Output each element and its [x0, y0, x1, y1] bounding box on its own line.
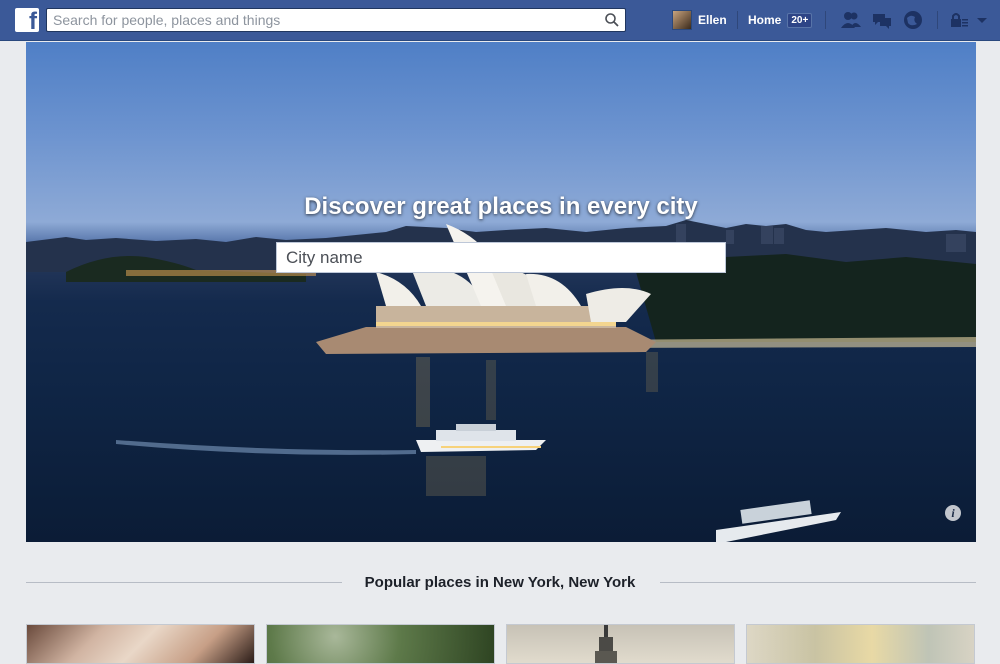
section-divider-right [660, 582, 976, 583]
home-badge: 20+ [787, 12, 813, 28]
friend-requests-icon[interactable] [839, 9, 863, 31]
nav-divider [937, 11, 938, 29]
place-card-4[interactable] [746, 624, 975, 664]
notifications-icon[interactable] [901, 9, 925, 31]
facebook-logo-icon[interactable]: f [15, 8, 39, 32]
search-input[interactable] [53, 12, 593, 28]
place-card-3[interactable] [506, 624, 735, 664]
user-name: Ellen [698, 13, 727, 27]
nav-divider [825, 11, 826, 29]
empire-state-building-image [595, 625, 617, 663]
search-bar[interactable] [46, 8, 626, 32]
profile-link[interactable]: Ellen [672, 10, 727, 30]
home-link[interactable]: Home 20+ [748, 10, 813, 30]
privacy-shortcuts-icon[interactable] [948, 9, 972, 31]
chevron-down-icon[interactable] [974, 9, 990, 31]
home-label: Home [748, 13, 782, 27]
nav-divider [737, 11, 738, 29]
messages-icon[interactable] [870, 9, 894, 31]
avatar [672, 10, 692, 30]
top-navigation-bar: f Ellen Home 20+ [0, 0, 1000, 41]
search-icon[interactable] [604, 12, 620, 28]
sydney-opera-house-photo [26, 220, 976, 542]
city-search-box[interactable] [276, 242, 726, 273]
hero-banner: Discover great places in every city i [26, 42, 976, 542]
place-card-1[interactable] [26, 624, 255, 664]
hero-title: Discover great places in every city [304, 193, 698, 220]
city-name-input[interactable] [286, 249, 716, 267]
info-icon[interactable]: i [945, 505, 961, 521]
place-card-2[interactable] [266, 624, 495, 664]
